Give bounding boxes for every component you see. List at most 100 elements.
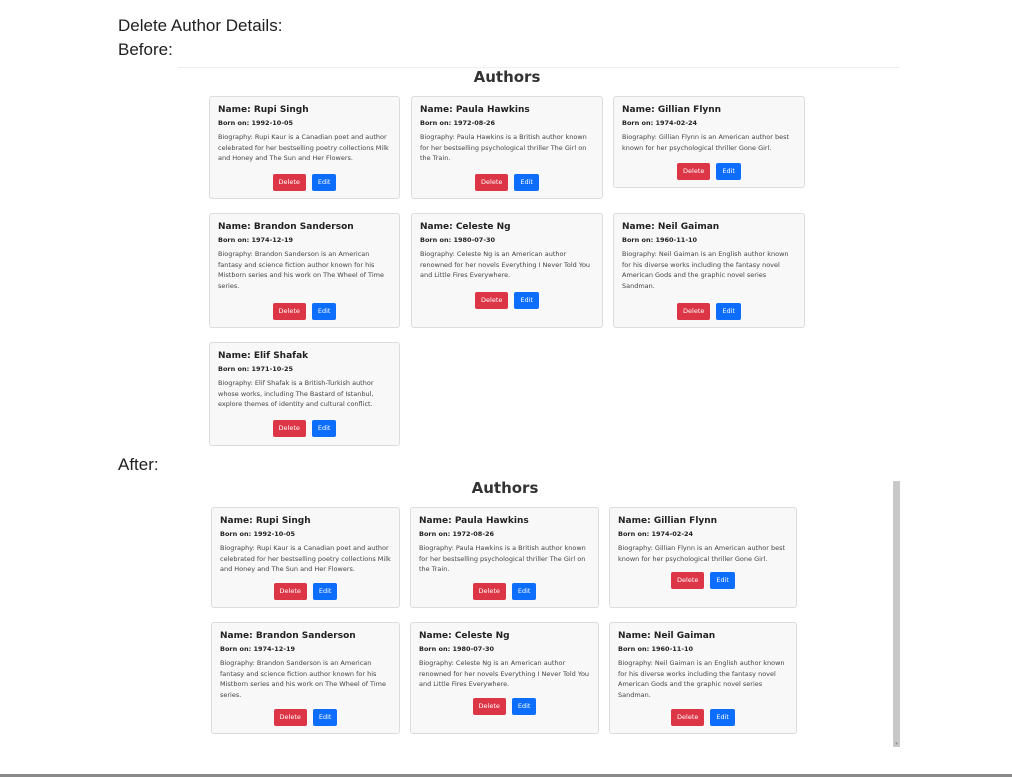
name-prefix: Name: bbox=[622, 222, 658, 232]
author-card: Name: Brandon Sanderson Born on: 1974-12… bbox=[209, 213, 400, 328]
author-bio: Biography: Gillian Flynn is an American … bbox=[622, 132, 796, 153]
edit-button[interactable]: Edit bbox=[514, 174, 539, 191]
author-bio: Biography: Gillian Flynn is an American … bbox=[618, 543, 788, 564]
author-bio: Biography: Rupi Kaur is a Canadian poet … bbox=[220, 543, 391, 575]
author-name: Name: Celeste Ng bbox=[420, 222, 594, 232]
author-born: Born on: 1992-10-05 bbox=[218, 119, 391, 127]
author-name: Name: Paula Hawkins bbox=[420, 105, 594, 115]
delete-button[interactable]: Delete bbox=[475, 292, 509, 309]
author-born-value: 1960-11-10 bbox=[655, 236, 698, 244]
bio-prefix: Biography: bbox=[618, 659, 655, 667]
author-bio: Biography: Brandon Sanderson is an Ameri… bbox=[218, 249, 391, 291]
bio-prefix: Biography: bbox=[218, 250, 255, 258]
edit-button[interactable]: Edit bbox=[511, 583, 537, 600]
author-born: Born on: 1974-02-24 bbox=[622, 119, 796, 127]
edit-button[interactable]: Edit bbox=[311, 174, 337, 191]
born-prefix: Born on: bbox=[622, 236, 656, 244]
edit-button[interactable]: Edit bbox=[511, 698, 537, 715]
delete-button[interactable]: Delete bbox=[671, 572, 705, 589]
author-name: Name: Elif Shafak bbox=[218, 351, 391, 361]
born-prefix: Born on: bbox=[419, 645, 453, 653]
author-name: Name: Brandon Sanderson bbox=[218, 222, 391, 232]
author-name-value: Gillian Flynn bbox=[657, 105, 722, 115]
edit-button[interactable]: Edit bbox=[716, 163, 741, 180]
born-prefix: Born on: bbox=[618, 530, 652, 538]
name-prefix: Name: bbox=[419, 631, 455, 641]
edit-button[interactable]: Edit bbox=[312, 583, 338, 600]
author-bio: Biography: Neil Gaiman is an English aut… bbox=[622, 249, 796, 291]
doc-heading: Delete Author Details: bbox=[118, 16, 283, 35]
author-card: Name: Neil Gaiman Born on: 1960-11-10 Bi… bbox=[609, 622, 797, 734]
card-actions: Delete Edit bbox=[212, 709, 399, 726]
scroll-down-arrow-icon[interactable]: ▾ bbox=[893, 741, 900, 747]
delete-button[interactable]: Delete bbox=[273, 709, 307, 726]
card-actions: Delete Edit bbox=[210, 174, 399, 191]
bio-prefix: Biography: bbox=[622, 133, 659, 141]
author-born-value: 1972-08-26 bbox=[452, 530, 495, 538]
born-prefix: Born on: bbox=[622, 119, 656, 127]
bio-prefix: Biography: bbox=[220, 659, 257, 667]
edit-button[interactable]: Edit bbox=[710, 709, 735, 726]
author-name: Name: Rupi Singh bbox=[218, 105, 391, 115]
author-name-value: Neil Gaiman bbox=[653, 631, 716, 641]
author-bio: Biography: Neil Gaiman is an English aut… bbox=[618, 658, 788, 700]
name-prefix: Name: bbox=[419, 516, 455, 526]
delete-button[interactable]: Delete bbox=[272, 174, 306, 191]
delete-button[interactable]: Delete bbox=[472, 583, 506, 600]
author-card: Name: Gillian Flynn Born on: 1974-02-24 … bbox=[613, 96, 805, 188]
author-name: Name: Rupi Singh bbox=[220, 516, 391, 526]
author-name: Name: Neil Gaiman bbox=[618, 631, 788, 641]
author-card: Name: Rupi Singh Born on: 1992-10-05 Bio… bbox=[211, 507, 400, 608]
author-card: Name: Elif Shafak Born on: 1971-10-25 Bi… bbox=[209, 342, 400, 446]
edit-button[interactable]: Edit bbox=[716, 303, 741, 320]
name-prefix: Name: bbox=[218, 222, 254, 232]
author-born-value: 1960-11-10 bbox=[651, 645, 694, 653]
delete-button[interactable]: Delete bbox=[273, 583, 307, 600]
author-born: Born on: 1960-11-10 bbox=[618, 645, 788, 653]
bio-prefix: Biography: bbox=[618, 544, 655, 552]
author-name-value: Gillian Flynn bbox=[653, 516, 718, 526]
delete-button[interactable]: Delete bbox=[272, 420, 306, 437]
card-actions: Delete Edit bbox=[212, 583, 399, 600]
author-born: Born on: 1972-08-26 bbox=[420, 119, 594, 127]
card-actions: Delete Edit bbox=[614, 163, 804, 180]
bio-prefix: Biography: bbox=[420, 250, 457, 258]
name-prefix: Name: bbox=[618, 631, 654, 641]
delete-button[interactable]: Delete bbox=[677, 163, 711, 180]
author-born: Born on: 1992-10-05 bbox=[220, 530, 391, 538]
delete-button[interactable]: Delete bbox=[472, 698, 506, 715]
card-actions: Delete Edit bbox=[610, 709, 796, 726]
card-actions: Delete Edit bbox=[610, 572, 796, 589]
born-prefix: Born on: bbox=[218, 365, 252, 373]
author-born: Born on: 1974-12-19 bbox=[220, 645, 391, 653]
vertical-scrollbar[interactable] bbox=[893, 481, 900, 747]
author-bio: Biography: Rupi Kaur is a Canadian poet … bbox=[218, 132, 391, 164]
born-prefix: Born on: bbox=[220, 530, 254, 538]
author-born-value: 1992-10-05 bbox=[253, 530, 296, 538]
edit-button[interactable]: Edit bbox=[710, 572, 735, 589]
author-name: Name: Gillian Flynn bbox=[622, 105, 796, 115]
delete-button[interactable]: Delete bbox=[475, 174, 509, 191]
edit-button[interactable]: Edit bbox=[311, 420, 337, 437]
edit-button[interactable]: Edit bbox=[311, 303, 337, 320]
author-card: Name: Celeste Ng Born on: 1980-07-30 Bio… bbox=[411, 213, 603, 328]
bio-prefix: Biography: bbox=[420, 133, 457, 141]
card-actions: Delete Edit bbox=[210, 303, 399, 320]
author-name: Name: Neil Gaiman bbox=[622, 222, 796, 232]
author-card: Name: Rupi Singh Born on: 1992-10-05 Bio… bbox=[209, 96, 400, 199]
edit-button[interactable]: Edit bbox=[312, 709, 338, 726]
author-born-value: 1980-07-30 bbox=[453, 236, 496, 244]
author-born: Born on: 1971-10-25 bbox=[218, 365, 391, 373]
author-born-value: 1971-10-25 bbox=[251, 365, 294, 373]
author-name: Name: Paula Hawkins bbox=[419, 516, 590, 526]
delete-button[interactable]: Delete bbox=[272, 303, 306, 320]
delete-button[interactable]: Delete bbox=[671, 709, 705, 726]
edit-button[interactable]: Edit bbox=[514, 292, 539, 309]
author-bio: Biography: Brandon Sanderson is an Ameri… bbox=[220, 658, 391, 700]
author-born: Born on: 1974-02-24 bbox=[618, 530, 788, 538]
author-bio: Biography: Celeste Ng is an American aut… bbox=[420, 249, 594, 281]
delete-button[interactable]: Delete bbox=[677, 303, 711, 320]
born-prefix: Born on: bbox=[618, 645, 652, 653]
author-name-value: Rupi Singh bbox=[253, 105, 309, 115]
bio-prefix: Biography: bbox=[419, 544, 456, 552]
